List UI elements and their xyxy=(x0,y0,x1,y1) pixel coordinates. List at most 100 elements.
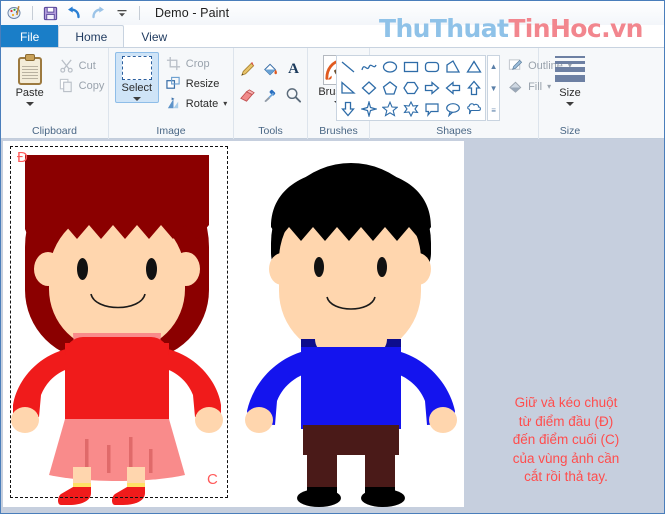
rotate-label: Rotate xyxy=(185,97,219,110)
shape-down-arrow[interactable] xyxy=(338,99,358,119)
color-picker-icon[interactable] xyxy=(260,83,281,107)
work-area: Đ C Giữ và kéo chuột từ điểm đầu (Đ) đến… xyxy=(1,139,664,513)
cut-button[interactable]: Cut xyxy=(59,58,105,73)
boy-sweater xyxy=(301,347,401,429)
size-dropdown-icon[interactable] xyxy=(566,102,574,106)
text-tool-icon[interactable]: A xyxy=(283,57,304,81)
crop-button[interactable]: Crop xyxy=(166,56,227,71)
shapes-group-label: Shapes xyxy=(436,125,472,137)
copy-button[interactable]: Copy xyxy=(59,78,105,93)
girl-top-shoulders xyxy=(65,337,169,359)
shape-curve[interactable] xyxy=(359,57,379,77)
rotate-dropdown-icon[interactable]: ▾ xyxy=(223,99,227,108)
window-title: Demo - Paint xyxy=(155,6,230,20)
shape-line[interactable] xyxy=(338,57,358,77)
shape-triangle[interactable] xyxy=(464,57,484,77)
paste-label: Paste xyxy=(15,87,44,99)
boy-shoe-right xyxy=(359,487,407,507)
shape-left-arrow[interactable] xyxy=(443,78,463,98)
undo-icon[interactable] xyxy=(64,3,84,23)
fill-with-color-icon[interactable] xyxy=(260,57,281,81)
crop-icon xyxy=(166,56,181,71)
shapes-scroll-buttons[interactable]: ▲ ▼ ≡ xyxy=(487,55,501,121)
paint-app-icon[interactable] xyxy=(5,3,25,23)
select-label: Select xyxy=(121,82,153,94)
resize-label: Resize xyxy=(185,77,220,90)
boy-eye-left xyxy=(314,257,324,277)
qat-divider-2 xyxy=(139,6,140,20)
cut-label: Cut xyxy=(78,59,96,72)
shape-diamond[interactable] xyxy=(359,78,379,98)
tab-file[interactable]: File xyxy=(1,25,59,47)
fill-bucket-icon xyxy=(508,79,523,94)
ribbon-group-clipboard: Paste Cut Copy Clipboard xyxy=(1,48,109,139)
shapes-scroll-up-icon[interactable]: ▲ xyxy=(488,56,499,76)
shape-rounded-callout[interactable] xyxy=(422,99,442,119)
shape-rounded-rectangle[interactable] xyxy=(422,57,442,77)
girl-eye-right xyxy=(146,258,157,280)
shapes-scroll-down-icon[interactable]: ▼ xyxy=(488,78,499,98)
redo-icon[interactable] xyxy=(88,3,108,23)
crop-label: Crop xyxy=(185,57,210,70)
shape-hexagon[interactable] xyxy=(401,78,421,98)
outline-pencil-icon xyxy=(508,58,523,73)
selection-start-marker: Đ xyxy=(17,149,28,166)
shape-right-arrow[interactable] xyxy=(422,78,442,98)
paste-dropdown-icon[interactable] xyxy=(25,102,34,106)
rotate-button[interactable]: Rotate ▾ xyxy=(166,96,227,111)
copy-label: Copy xyxy=(78,79,105,92)
customize-quick-access-icon[interactable] xyxy=(112,3,132,23)
tools-group-label: Tools xyxy=(258,125,283,137)
shape-five-point-star[interactable] xyxy=(380,99,400,119)
tab-home[interactable]: Home xyxy=(58,25,125,47)
eraser-tool-icon[interactable] xyxy=(237,83,258,107)
size-button[interactable]: Size xyxy=(555,52,585,106)
shapes-gallery[interactable] xyxy=(336,55,487,121)
girl-mouth xyxy=(89,292,147,316)
shapes-expand-gallery-icon[interactable]: ≡ xyxy=(488,100,499,120)
ribbon-group-shapes: ▲ ▼ ≡ Outline ▾ Fill ▾ Shapes xyxy=(336,48,572,139)
girl-hand-left xyxy=(11,407,39,433)
size-lines-icon xyxy=(555,56,585,82)
paint-window: Demo - Paint File Home View Paste Cut Co… xyxy=(0,0,665,514)
girl-bangs xyxy=(25,155,209,253)
tab-view[interactable]: View xyxy=(124,25,184,47)
shape-four-point-star[interactable] xyxy=(359,99,379,119)
resize-icon xyxy=(166,76,181,91)
boy-hair-bangs xyxy=(271,169,431,259)
size-group-label: Size xyxy=(559,125,581,137)
girl-eye-left xyxy=(77,258,88,280)
size-label: Size xyxy=(559,87,581,99)
shape-polygon[interactable] xyxy=(443,57,463,77)
brushes-group-label: Brushes xyxy=(319,125,358,137)
shape-six-point-star[interactable] xyxy=(401,99,421,119)
pencil-tool-icon[interactable] xyxy=(237,57,258,81)
selection-marquee-icon xyxy=(121,56,152,80)
boy-figure xyxy=(245,157,457,507)
boy-hand-right xyxy=(429,407,457,433)
shape-pentagon[interactable] xyxy=(380,78,400,98)
ribbon-group-image: Select Crop Resize Rotate ▾ Image xyxy=(109,48,234,139)
boy-hand-left xyxy=(245,407,273,433)
girl-figure xyxy=(11,147,223,505)
paint-canvas[interactable]: Đ C xyxy=(3,141,464,507)
boy-eye-right xyxy=(377,257,387,277)
select-dropdown-icon[interactable] xyxy=(132,97,141,101)
shape-right-triangle[interactable] xyxy=(338,78,358,98)
shape-rectangle[interactable] xyxy=(401,57,421,77)
paste-button[interactable]: Paste xyxy=(5,52,55,106)
selection-end-marker: C xyxy=(207,471,218,488)
shape-cloud-callout[interactable] xyxy=(464,99,484,119)
save-icon[interactable] xyxy=(40,3,60,23)
shape-oval[interactable] xyxy=(380,57,400,77)
instruction-line-2: từ điểm đầu (Đ) xyxy=(518,413,614,429)
copy-icon xyxy=(59,78,74,93)
instruction-line-1: Giữ và kéo chuột xyxy=(514,395,618,410)
boy-mouth xyxy=(325,295,377,317)
magnifier-tool-icon[interactable] xyxy=(283,83,304,107)
boy-shoe-left xyxy=(295,487,343,507)
shape-up-arrow[interactable] xyxy=(464,78,484,98)
shape-oval-callout[interactable] xyxy=(443,99,463,119)
select-button[interactable]: Select xyxy=(114,52,159,103)
resize-button[interactable]: Resize xyxy=(166,76,227,91)
